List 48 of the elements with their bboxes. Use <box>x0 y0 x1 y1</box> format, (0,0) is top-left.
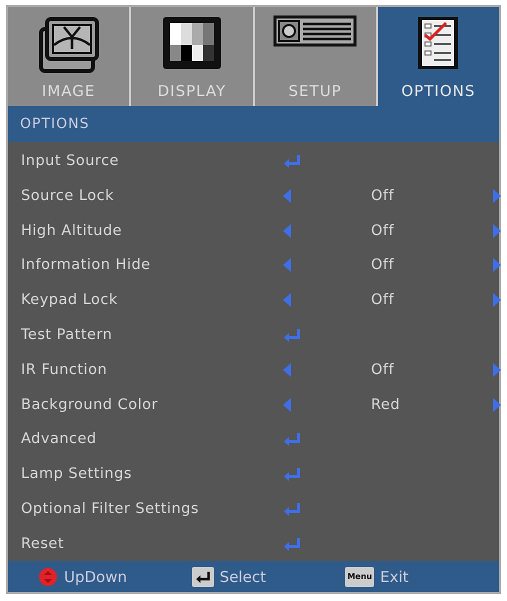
right-arrow-icon[interactable] <box>493 224 501 238</box>
right-arrow-icon[interactable] <box>493 398 501 412</box>
enter-icon <box>283 328 301 342</box>
option-value: Off <box>370 362 396 378</box>
enter-key-icon <box>192 566 214 587</box>
menu-item[interactable]: Test Pattern <box>8 318 499 352</box>
left-arrow-icon[interactable] <box>283 224 291 238</box>
enter-icon <box>283 154 301 168</box>
left-arrow-icon[interactable] <box>283 188 291 203</box>
right-arrow-icon[interactable] <box>493 293 501 308</box>
key-hint: Exit <box>380 568 409 586</box>
key-hint: UpDown <box>64 568 128 586</box>
monitor-icon <box>160 15 223 71</box>
enter-icon <box>283 502 301 516</box>
right-arrow-icon[interactable] <box>493 258 501 272</box>
menu-item[interactable]: Optional Filter Settings <box>8 492 499 526</box>
left-arrow-icon[interactable] <box>283 258 291 272</box>
projector-icon <box>273 15 358 49</box>
menu-item[interactable]: Keypad Lock Off <box>8 282 499 318</box>
menu-item[interactable]: Source Lock Off <box>8 178 499 214</box>
menu-item[interactable]: Lamp Settings <box>8 456 499 492</box>
option-value: Off <box>370 292 396 308</box>
menu-item[interactable]: Advanced <box>8 422 499 457</box>
menu-item[interactable]: Information Hide Off <box>8 248 499 283</box>
menu-item[interactable]: IR Function Off <box>8 352 499 388</box>
enter-icon <box>283 536 301 551</box>
key-hint: Select <box>220 568 266 586</box>
section-title: OPTIONS <box>8 106 499 142</box>
right-arrow-icon[interactable] <box>493 362 501 377</box>
enter-icon <box>283 432 301 446</box>
option-value: Red <box>370 396 402 412</box>
left-arrow-icon[interactable] <box>283 362 291 377</box>
menu-item[interactable]: Background Color Red <box>8 387 499 422</box>
enter-icon <box>283 467 301 482</box>
checklist-icon <box>416 15 460 71</box>
option-value: Off <box>370 222 396 239</box>
picture-frame-icon <box>36 15 101 75</box>
left-arrow-icon[interactable] <box>283 398 291 412</box>
option-value: Off <box>370 257 396 274</box>
dpad-icon <box>38 566 58 587</box>
menu-tab[interactable]: OPTIONS <box>378 7 499 106</box>
option-value: Off <box>370 188 396 204</box>
menu-key: Menu <box>345 566 374 587</box>
menu-item[interactable]: Input Source <box>8 144 499 178</box>
left-arrow-icon[interactable] <box>283 293 291 308</box>
menu-item[interactable]: Reset <box>8 526 499 562</box>
menu-item[interactable]: High Altitude Off <box>8 213 499 248</box>
right-arrow-icon[interactable] <box>493 188 501 203</box>
